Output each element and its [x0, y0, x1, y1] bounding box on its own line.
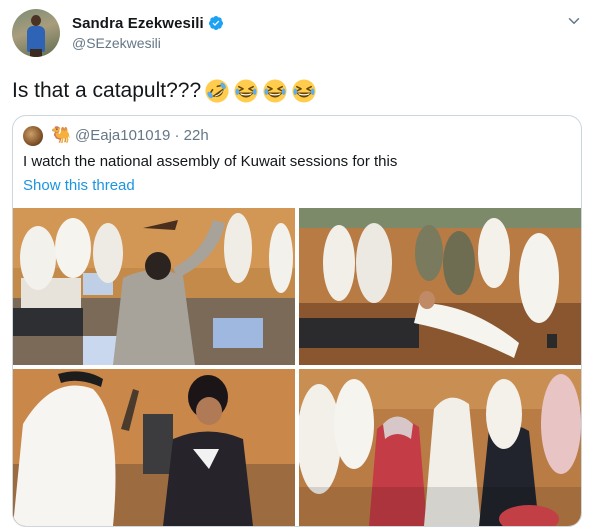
- tweet-card: Sandra Ezekwesili @SEzekwesili Is that a…: [0, 0, 590, 529]
- grinning-squinting-emoji: [292, 79, 316, 103]
- show-this-thread-link[interactable]: Show this thread: [23, 177, 135, 194]
- tweet-body: Is that a catapult???: [12, 78, 317, 104]
- photo-1[interactable]: [13, 208, 295, 365]
- author-avatar[interactable]: [12, 9, 60, 57]
- quoted-handle-and-time[interactable]: @Eaja101019 · 22h: [75, 127, 209, 144]
- photo-2-image: [299, 208, 581, 365]
- grinning-squinting-emoji: [234, 79, 258, 103]
- quoted-tweet[interactable]: 🐫 @Eaja101019 · 22h I watch the national…: [12, 115, 582, 527]
- photo-4-image: [299, 369, 581, 526]
- author-name-row: Sandra Ezekwesili: [72, 13, 224, 33]
- photo-3-image: [13, 369, 295, 526]
- rolling-on-floor-laughing-emoji: [205, 79, 229, 103]
- avatar-figure-head: [31, 15, 41, 26]
- photo-1-image: [13, 208, 295, 365]
- chevron-down-icon[interactable]: [565, 12, 583, 30]
- quoted-author-avatar[interactable]: [23, 126, 43, 146]
- photo-2[interactable]: [299, 208, 581, 365]
- grinning-squinting-emoji: [263, 79, 287, 103]
- tweet-text: Is that a catapult???: [12, 79, 202, 102]
- author-display-name[interactable]: Sandra Ezekwesili: [72, 15, 204, 32]
- camel-icon: 🐫: [51, 127, 71, 144]
- photo-grid: [13, 208, 581, 526]
- avatar-figure-legs: [30, 49, 42, 57]
- photo-3[interactable]: [13, 369, 295, 526]
- verified-badge-icon: [208, 16, 223, 30]
- author-handle[interactable]: @SEzekwesili: [72, 35, 161, 51]
- quoted-text: I watch the national assembly of Kuwait …: [23, 153, 398, 170]
- photo-4[interactable]: [299, 369, 581, 526]
